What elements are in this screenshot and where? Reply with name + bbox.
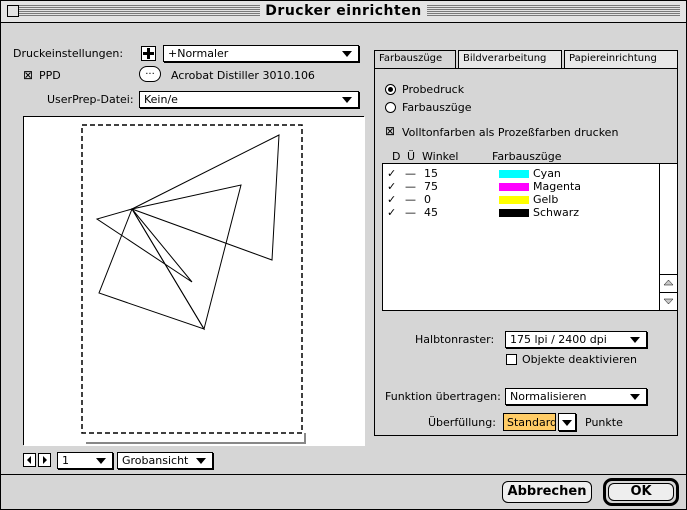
ueberfuellung-field[interactable]: Standard [503,413,558,431]
color-swatch [499,209,529,217]
chevron-down-icon [630,337,640,343]
list-scrollbar[interactable] [659,164,677,310]
window-title: Drucker einrichten [260,3,427,19]
separation-name: Schwarz [533,206,580,219]
druckeinstellungen-label: Druckeinstellungen: [13,47,124,60]
plus-icon [143,48,154,59]
tab-farbauszuege[interactable]: Farbauszüge [374,50,456,69]
tab-bildverarbeitung[interactable]: Bildverarbeitung [458,50,562,68]
separation-name: Gelb [533,193,559,206]
chevron-down-icon [96,458,106,464]
halbton-popup[interactable]: 175 lpi / 2400 dpi [505,331,647,348]
ueberfuellung-popup-button[interactable] [558,413,576,431]
scroll-down-button[interactable] [660,292,677,309]
ok-button-outline[interactable]: OK [603,478,679,506]
page-preview [23,116,365,446]
overprint-value: — [405,193,416,206]
scroll-up-button[interactable] [660,274,677,291]
ppd-label: PPD [39,69,61,82]
overprint-value: — [405,180,416,193]
list-item[interactable]: ✓ — 75 Magenta [387,180,657,193]
funktion-popup[interactable]: Normalisieren [505,388,647,405]
page-prev-button[interactable] [23,453,36,467]
print-check-icon[interactable]: ✓ [387,180,396,193]
separation-name: Magenta [533,180,582,193]
ppd-name: Acrobat Distiller 3010.106 [171,69,315,82]
userprep-popup[interactable]: Kein/e [139,91,359,108]
separation-name: Cyan [533,167,561,180]
cancel-button[interactable]: Abbrechen [502,481,592,503]
objekte-label: Objekte deaktivieren [522,353,637,366]
ueberfuellung-value: Standard [507,416,558,429]
halbton-value: 175 lpi / 2400 dpi [510,333,607,346]
print-setup-dialog: Drucker einrichten Druckeinstellungen: +… [0,0,687,510]
list-header-winkel: Winkel [422,150,459,163]
ppd-select-button[interactable]: ... [139,66,161,82]
userprep-value: Kein/e [144,93,178,106]
probedruck-label: Probedruck [402,83,465,96]
print-check-icon[interactable]: ✓ [387,206,396,219]
druckeinstellungen-value: +Normaler [168,47,229,60]
chevron-down-icon [342,51,352,57]
angle-value: 45 [424,206,438,219]
list-item[interactable]: ✓ — 15 Cyan [387,167,657,180]
view-popup[interactable]: Grobansicht [117,452,213,469]
overprint-value: — [405,167,416,180]
page-prev-icon [27,456,31,464]
separations-list[interactable]: ✓ — 15 Cyan ✓ — 75 Magenta ✓ — 0 Gelb ✓ … [382,163,678,311]
farbauszuege-label: Farbauszüge [402,101,472,114]
title-bar[interactable]: Drucker einrichten [1,1,686,23]
tab-papiereinrichtung[interactable]: Papiereinrichtung [564,50,678,68]
volltonfarben-checkbox[interactable]: ⊠ [385,125,395,137]
page-next-button[interactable] [38,453,51,467]
page-preview-canvas [24,117,365,446]
list-item[interactable]: ✓ — 0 Gelb [387,193,657,206]
chevron-down-icon [196,458,206,464]
angle-value: 75 [424,180,438,193]
funktion-value: Normalisieren [510,390,587,403]
halbton-label: Halbtonraster: [415,333,495,346]
chevron-down-icon [562,420,572,426]
list-item[interactable]: ✓ — 45 Schwarz [387,206,657,219]
list-header-d: D [392,150,401,163]
ok-button[interactable]: OK [608,483,674,501]
page-next-icon [43,456,47,464]
chevron-down-icon [342,97,352,103]
chevron-down-icon [630,394,640,400]
ueberfuellung-label: Überfüllung: [428,416,496,429]
color-swatch [499,183,529,191]
userprep-label: UserPrep-Datei: [47,93,134,106]
print-check-icon[interactable]: ✓ [387,167,396,180]
ppd-checkbox[interactable]: ⊠ [23,69,33,81]
ueberfuellung-unit: Punkte [585,416,623,429]
list-header-u: Ü [407,150,416,163]
list-header-farbauszuege: Farbauszüge [492,150,562,163]
view-value: Grobansicht [122,454,189,467]
add-settings-button[interactable] [141,46,156,61]
page-number-value: 1 [62,454,69,467]
angle-value: 15 [424,167,438,180]
page-number-popup[interactable]: 1 [57,452,113,469]
ppd-select-button-label: ... [145,66,155,77]
volltonfarben-label: Volltonfarben als Prozeßfarben drucken [402,126,619,139]
overprint-value: — [405,206,416,219]
divider [1,474,686,475]
druckeinstellungen-popup[interactable]: +Normaler [163,45,359,62]
probedruck-radio[interactable] [385,84,396,95]
angle-value: 0 [424,193,431,206]
color-swatch [499,196,529,204]
color-swatch [499,170,529,178]
funktion-label: Funktion übertragen: [385,390,501,403]
print-check-icon[interactable]: ✓ [387,193,396,206]
scroll-up-icon [663,279,674,286]
scroll-down-icon [663,298,674,305]
objekte-checkbox[interactable] [506,354,517,365]
farbauszuege-radio[interactable] [385,102,396,113]
